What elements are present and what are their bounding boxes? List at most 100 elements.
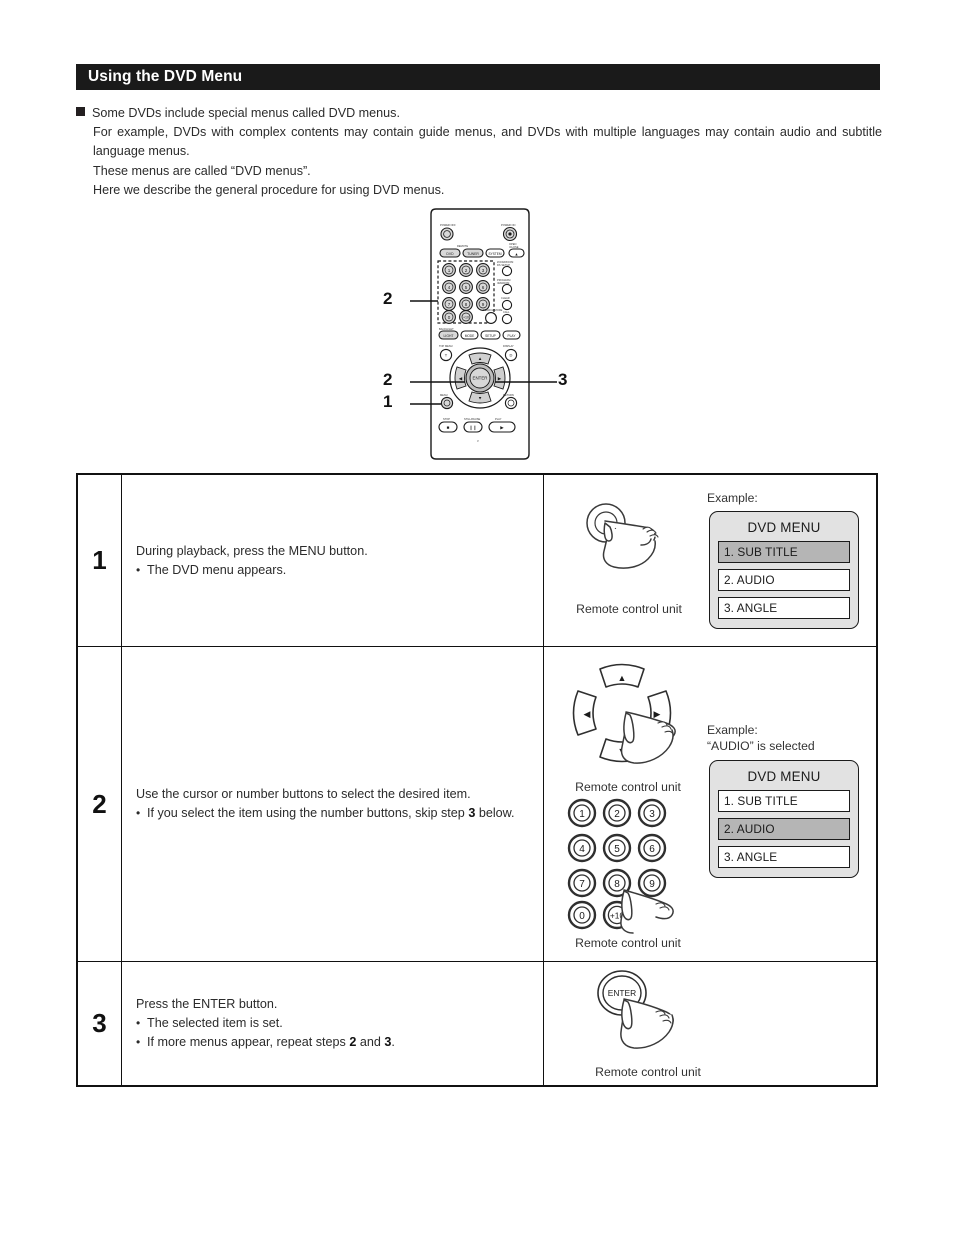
svg-text:0: 0 (579, 911, 585, 922)
svg-text:8: 8 (614, 879, 620, 890)
section-header-bar: Using the DVD Menu (76, 64, 880, 90)
svg-text:5: 5 (614, 844, 620, 855)
step3-line-1: Press the ENTER button. (136, 997, 278, 1011)
step2-example-note: “AUDIO” is selected (707, 739, 815, 753)
svg-text:DISPLAY: DISPLAY (503, 344, 514, 348)
svg-text:7: 7 (448, 302, 451, 307)
svg-text:MENU: MENU (440, 393, 448, 397)
intro-paragraph: Some DVDs include special menus called D… (76, 104, 882, 200)
step3-illustration-area: ENTER Remote control unit (544, 962, 876, 1085)
step-description: Use the cursor or number buttons to sele… (122, 647, 544, 961)
svg-text:SEARCH MODE: SEARCH MODE (483, 308, 503, 312)
keypad-key: 1 (567, 798, 597, 828)
table-row: 2 Use the cursor or number buttons to se… (78, 647, 876, 962)
step3-bullet-1: The selected item is set. (136, 1014, 529, 1033)
osd-title: DVD MENU (747, 520, 821, 535)
svg-text:▲: ▲ (478, 356, 482, 361)
svg-text:▲: ▲ (515, 251, 519, 256)
svg-text:BACKLIGHT: BACKLIGHT (439, 327, 454, 331)
svg-text:5: 5 (465, 285, 468, 290)
step2-bullet-pre: If you select the item using the number … (147, 806, 469, 820)
svg-text:▼: ▼ (478, 395, 482, 400)
svg-text:▶: ▶ (654, 709, 661, 719)
svg-text:SYSTEM: SYSTEM (488, 252, 501, 256)
svg-text:REMOTE: REMOTE (457, 244, 468, 248)
enter-button-illustration: ENTER Remote control unit (582, 968, 722, 1079)
svg-text:4: 4 (448, 285, 451, 290)
step1-example-label: Example: (707, 491, 758, 505)
svg-text:D: D (510, 353, 513, 358)
step-description: Press the ENTER button. The selected ite… (122, 962, 544, 1085)
svg-text:RETURN: RETURN (503, 393, 514, 397)
svg-text:/CLOSE: /CLOSE (509, 245, 519, 249)
svg-text:▲: ▲ (618, 673, 627, 683)
step3-bullet2-post: . (391, 1035, 395, 1049)
svg-text:MODE: MODE (465, 334, 475, 338)
keypad-key: 3 (637, 798, 667, 828)
svg-text:4: 4 (579, 844, 585, 855)
step3-illustration-caption: Remote control unit (595, 1065, 701, 1079)
keypad-key: 5 (602, 833, 632, 863)
step3-bullet2-pre: If more menus appear, repeat steps (147, 1035, 350, 1049)
svg-text:TOP MENU: TOP MENU (439, 344, 453, 348)
intro-line-3: These menus are called “DVD menus”. (93, 163, 311, 178)
svg-text:LIGHT: LIGHT (444, 334, 454, 338)
step-number: 3 (78, 962, 122, 1085)
svg-text:1: 1 (579, 809, 585, 820)
callout-2-cursor-buttons: 2 (383, 370, 393, 389)
intro-line-1-text: Some DVDs include special menus called D… (92, 106, 400, 120)
svg-text:8: 8 (465, 302, 468, 307)
step2-bullet-1: If you select the item using the number … (136, 804, 529, 823)
svg-text:POWER ON: POWER ON (501, 223, 516, 227)
osd-item-angle[interactable]: 3. ANGLE (718, 846, 850, 868)
keypad-key: 0 (567, 900, 597, 930)
hand-pressing-button-illustration: Remote control unit (564, 497, 704, 616)
svg-text:PLAY: PLAY (508, 334, 517, 338)
step-description: During playback, press the MENU button. … (122, 475, 544, 646)
osd-title: DVD MENU (747, 769, 821, 784)
procedure-table: 1 During playback, press the MENU button… (76, 473, 878, 1087)
intro-line-1: Some DVDs include special menus called D… (76, 104, 882, 123)
svg-text:■: ■ (447, 425, 450, 430)
svg-text:PLAY: PLAY (495, 417, 502, 421)
enter-button-label: ENTER (608, 988, 636, 998)
step-number: 2 (78, 647, 122, 961)
svg-text:2: 2 (465, 268, 468, 273)
svg-text:CALL: CALL (503, 310, 510, 314)
svg-text:9: 9 (649, 879, 655, 890)
keypad-key: 2 (602, 798, 632, 828)
svg-text:POWER OFF: POWER OFF (440, 223, 456, 227)
step2-keypad-caption: Remote control unit (575, 936, 681, 950)
step2-cursor-caption: Remote control unit (575, 780, 681, 794)
remote-control-diagram: .bd { fill:#fff; stroke:#1b1b1b; stroke-… (383, 206, 575, 462)
svg-text:TUNER: TUNER (467, 252, 479, 256)
svg-text:2: 2 (614, 809, 620, 820)
step1-illustration-caption: Remote control unit (576, 602, 682, 616)
step3-bullet-2: If more menus appear, repeat steps 2 and… (136, 1033, 529, 1052)
step2-example-label-group: Example: “AUDIO” is selected (707, 722, 815, 754)
cursor-pad-illustration: ▲ ▶ ▼ ◀ Remote control unit (562, 657, 702, 794)
svg-text:0: 0 (448, 315, 451, 320)
svg-text:ENTER: ENTER (473, 376, 488, 381)
step2-bullet-post: below. (475, 806, 515, 820)
osd-item-audio[interactable]: 2. AUDIO (718, 818, 850, 840)
svg-text:3: 3 (482, 268, 485, 273)
step2-illustration-area: ▲ ▶ ▼ ◀ Remote control unit (544, 647, 876, 961)
keypad-key: 7 (567, 868, 597, 898)
osd-item-sub-title[interactable]: 1. SUB TITLE (718, 541, 850, 563)
number-keypad-illustration: 1 2 3 4 5 6 7 8 9 0 +10 Remote control u… (562, 797, 702, 950)
keypad-key: 4 (567, 833, 597, 863)
osd-item-sub-title[interactable]: 1. SUB TITLE (718, 790, 850, 812)
svg-text:6: 6 (482, 285, 485, 290)
osd-item-angle[interactable]: 3. ANGLE (718, 597, 850, 619)
dvd-menu-osd: DVD MENU 1. SUB TITLE 2. AUDIO 3. ANGLE (709, 511, 859, 629)
table-row: 1 During playback, press the MENU button… (78, 475, 876, 647)
square-bullet-icon (76, 107, 85, 116)
osd-item-audio[interactable]: 2. AUDIO (718, 569, 850, 591)
step2-example-label: Example: (707, 723, 758, 737)
svg-text:1: 1 (448, 268, 451, 273)
step3-bullet2-mid: and (356, 1035, 385, 1049)
svg-text:CLEAR: CLEAR (501, 296, 510, 300)
svg-text:7: 7 (579, 879, 585, 890)
table-row: 3 Press the ENTER button. The selected i… (78, 962, 876, 1085)
